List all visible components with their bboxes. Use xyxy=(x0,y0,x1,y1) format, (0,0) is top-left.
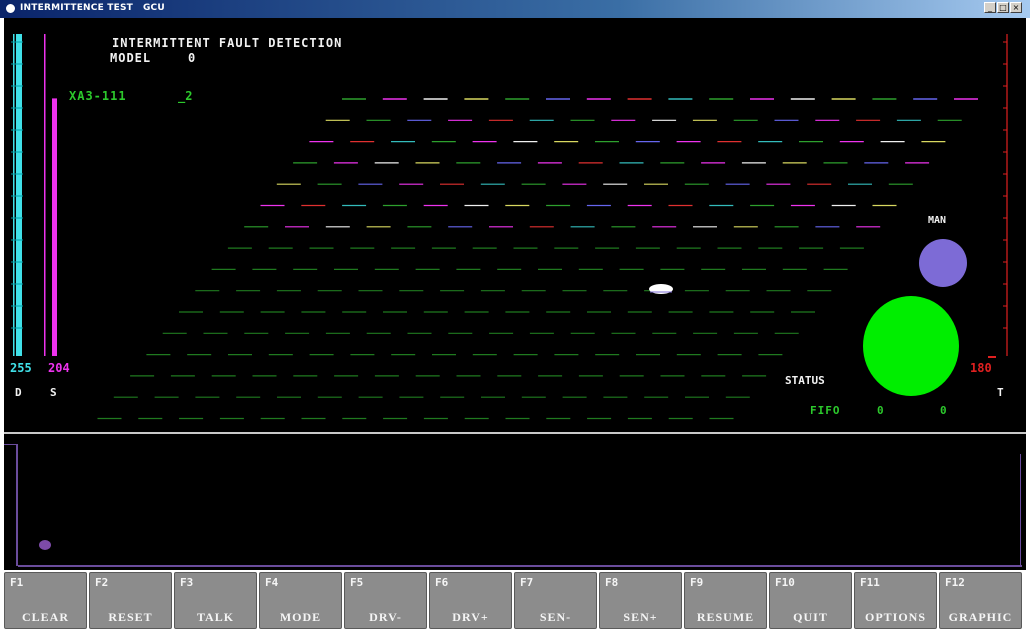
fkey-f10-quit-button[interactable]: F10 QUIT xyxy=(769,572,852,629)
man-indicator xyxy=(919,239,967,287)
d-gauge-label: D xyxy=(15,386,22,399)
window-title: INTERMITTENCE TEST GCU xyxy=(20,3,165,13)
b-gauge-track xyxy=(44,34,46,356)
function-key-bar: F1 CLEAR F2 RESET F3 TALK F4 MODE F5 DRV- F6 DRV+ F7… xyxy=(0,570,1030,634)
t-gauge-value: 180 xyxy=(970,361,992,375)
fkey-label: QUIT xyxy=(793,610,828,624)
maximize-button[interactable]: □ xyxy=(997,2,1009,13)
display-heading: INTERMITTENT FAULT DETECTION xyxy=(112,36,343,50)
fkey-label: OPTIONS xyxy=(864,610,926,624)
client-area: INTERMITTENT FAULT DETECTION MODEL 0 XA3… xyxy=(4,18,1026,570)
fifo-value-a: 0 xyxy=(877,404,884,417)
fkey-f12-graphic-button[interactable]: F12 GRAPHIC xyxy=(939,572,1022,629)
fkey-label: GRAPHIC xyxy=(948,610,1013,624)
fkey-label: SEN+ xyxy=(623,610,658,624)
fault-display-panel: INTERMITTENT FAULT DETECTION MODEL 0 XA3… xyxy=(4,18,1026,432)
fkey-number: F5 xyxy=(350,576,364,589)
trace-x-axis xyxy=(18,565,1022,567)
fkey-number: F10 xyxy=(775,576,795,589)
fkey-number: F11 xyxy=(860,576,880,589)
s-gauge-label: S xyxy=(50,386,57,399)
channel-suffix: _2 xyxy=(178,89,193,103)
status-indicator xyxy=(863,296,959,396)
s-gauge-value: 204 xyxy=(48,361,70,375)
app-icon[interactable] xyxy=(5,3,16,14)
fkey-number: F9 xyxy=(690,576,704,589)
fkey-f6-drv-button[interactable]: F6 DRV+ xyxy=(429,572,512,629)
fkey-number: F1 xyxy=(10,576,24,589)
fkey-f5-drv-button[interactable]: F5 DRV- xyxy=(344,572,427,629)
fkey-f2-reset-button[interactable]: F2 RESET xyxy=(89,572,172,629)
fifo-label: FIFO xyxy=(810,404,841,417)
fkey-f3-talk-button[interactable]: F3 TALK xyxy=(174,572,257,629)
trace-right-edge xyxy=(1020,454,1021,567)
d-gauge-value: 255 xyxy=(10,361,32,375)
t-gauge-label: T xyxy=(997,386,1004,399)
fkey-number: F7 xyxy=(520,576,534,589)
fkey-number: F8 xyxy=(605,576,619,589)
fkey-label: DRV+ xyxy=(452,610,489,624)
model-label: MODEL xyxy=(110,51,152,65)
d-gauge-bar xyxy=(16,34,22,356)
fkey-label: SEN- xyxy=(539,610,572,624)
trace-panel xyxy=(4,432,1026,570)
fkey-number: F6 xyxy=(435,576,449,589)
trace-y-axis xyxy=(16,444,24,566)
fkey-number: F2 xyxy=(95,576,109,589)
close-button[interactable]: × xyxy=(1010,2,1022,13)
window-controls: _ □ × xyxy=(984,2,1022,13)
fifo-value-b: 0 xyxy=(940,404,947,417)
fkey-label: DRV- xyxy=(369,610,402,624)
fkey-label: CLEAR xyxy=(21,610,69,624)
fkey-label: RESUME xyxy=(696,610,755,624)
fkey-number: F4 xyxy=(265,576,279,589)
minimize-button[interactable]: _ xyxy=(984,2,996,13)
fkey-f1-clear-button[interactable]: F1 CLEAR xyxy=(4,572,87,629)
fkey-f7-sen-button[interactable]: F7 SEN- xyxy=(514,572,597,629)
fkey-f4-mode-button[interactable]: F4 MODE xyxy=(259,572,342,629)
fkey-f9-resume-button[interactable]: F9 RESUME xyxy=(684,572,767,629)
d-gauge-track xyxy=(13,34,15,356)
trace-marker xyxy=(39,540,51,550)
s-gauge-bar xyxy=(52,98,57,357)
fkey-label: MODE xyxy=(279,610,322,624)
status-label: STATUS xyxy=(785,374,825,387)
channel-id: XA3-111 xyxy=(69,89,127,103)
fkey-number: F3 xyxy=(180,576,194,589)
fkey-label: RESET xyxy=(108,610,153,624)
model-value: 0 xyxy=(188,51,196,65)
fkey-f11-options-button[interactable]: F11 OPTIONS xyxy=(854,572,937,629)
title-bar[interactable]: INTERMITTENCE TEST GCU _ □ × xyxy=(0,0,1030,18)
fkey-number: F12 xyxy=(945,576,965,589)
man-label: MAN xyxy=(928,215,947,226)
fkey-f8-sen-button[interactable]: F8 SEN+ xyxy=(599,572,682,629)
fault-grid xyxy=(11,34,1008,420)
fkey-label: TALK xyxy=(196,610,235,624)
